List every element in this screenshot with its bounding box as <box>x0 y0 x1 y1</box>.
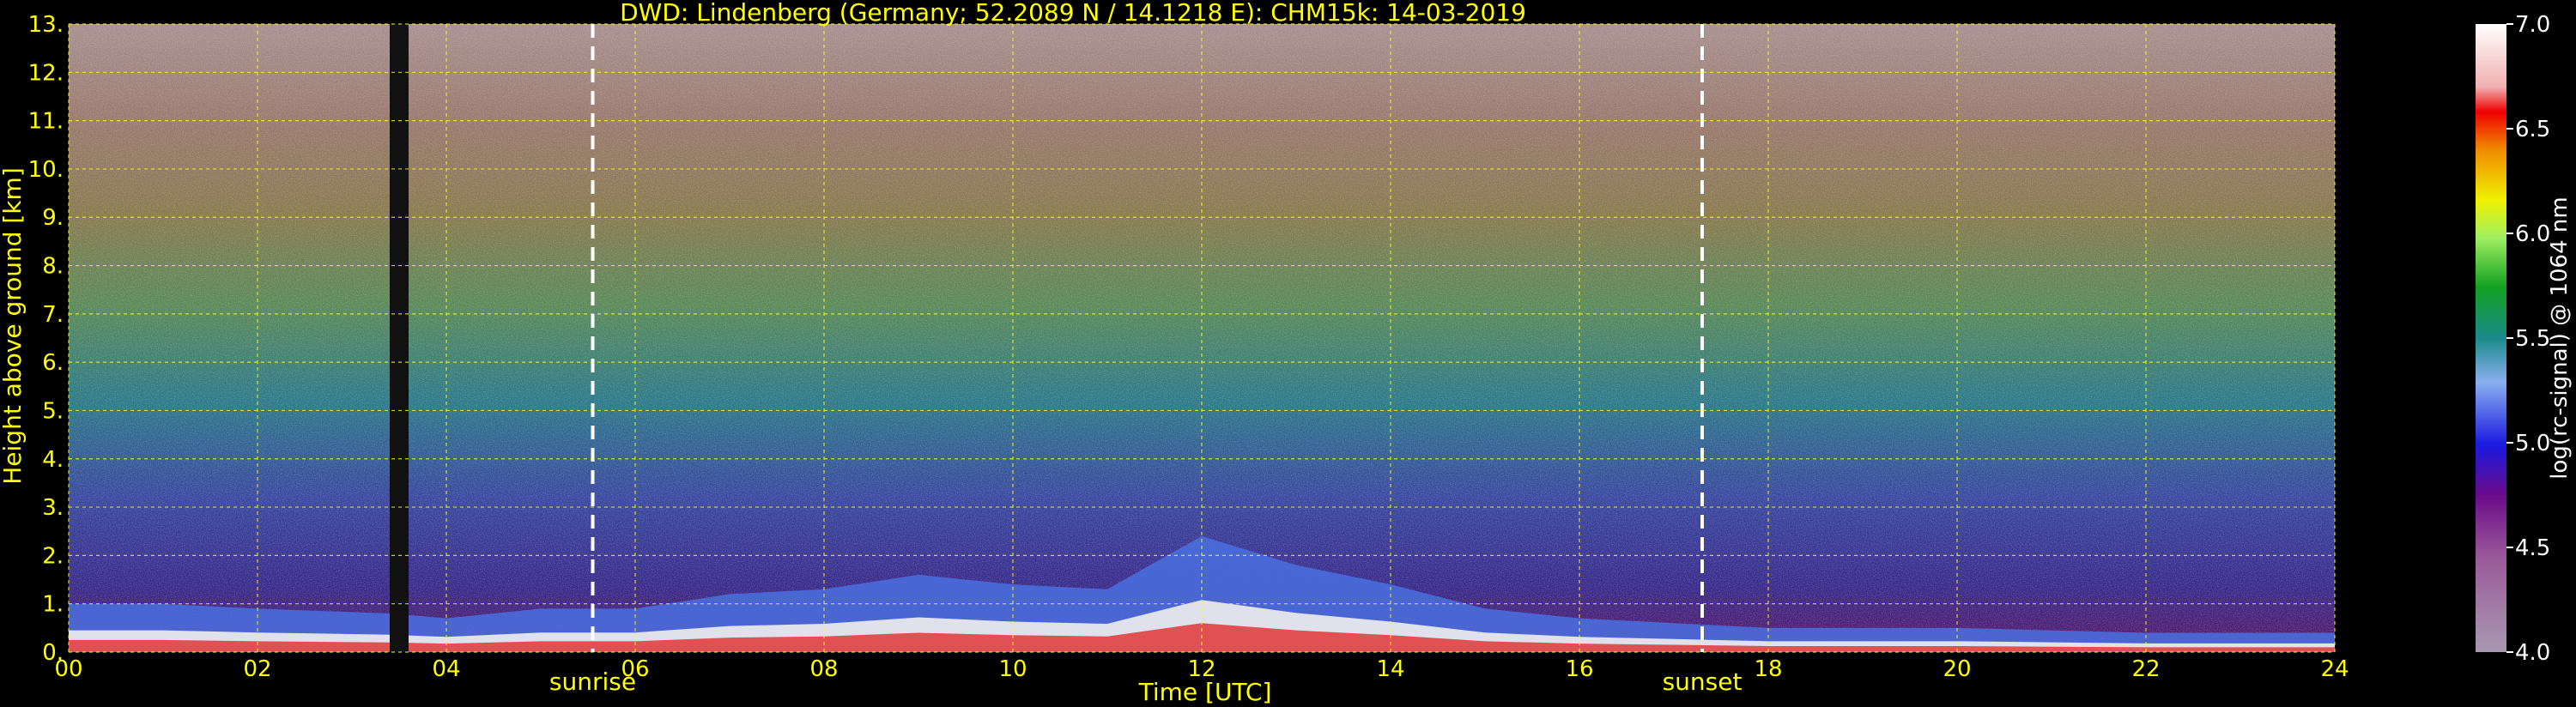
colorbar-ticks: 4.0 4.5 5.0 5.5 6.0 6.5 7.0 <box>2506 12 2550 666</box>
x-tick-label: 14 <box>1376 656 1404 682</box>
colorbar-tick-label: 5.5 <box>2515 326 2550 352</box>
colorbar: 4.0 4.5 5.0 5.5 6.0 6.5 7.0 log(rc-signal) @ 1… <box>2476 12 2573 666</box>
x-ticks: 00 02 04 06 08 10 12 14 16 18 20 22 24 <box>54 656 2349 682</box>
x-tick-label: 18 <box>1754 656 1782 682</box>
x-tick-label: 04 <box>432 656 460 682</box>
chart-title: DWD: Lindenberg (Germany; 52.2089 N / 14… <box>620 0 1526 27</box>
y-axis-label: Height above ground [km] <box>0 167 27 485</box>
y-tick-label: 2. <box>42 543 64 569</box>
y-tick-label: 10. <box>28 157 64 183</box>
x-tick-label: 20 <box>1943 656 1971 682</box>
y-tick-label: 7. <box>42 302 64 328</box>
colorbar-tick-label: 4.5 <box>2515 535 2550 561</box>
y-tick-label: 3. <box>42 495 64 521</box>
y-tick-label: 9. <box>42 205 64 231</box>
x-tick-label: 22 <box>2131 656 2160 682</box>
y-tick-label: 0. <box>42 640 64 666</box>
colorbar-tick-label: 6.5 <box>2515 117 2550 142</box>
colorbar-tick-label: 7.0 <box>2515 12 2550 38</box>
y-tick-label: 11. <box>28 109 64 135</box>
colorbar-tick-label: 5.0 <box>2515 431 2550 456</box>
y-tick-label: 13. <box>28 12 64 38</box>
y-tick-label: 1. <box>42 592 64 618</box>
colorbar-tick-label: 4.0 <box>2515 640 2550 666</box>
ceilometer-chart: DWD: Lindenberg (Germany; 52.2089 N / 14… <box>0 0 2573 706</box>
y-ticks: 0. 1. 2. 3. 4. 5. 6. 7. 8. 9. 10. 11. 12. 13. <box>28 12 64 666</box>
x-tick-label: 10 <box>998 656 1027 682</box>
x-tick-label: 16 <box>1565 656 1593 682</box>
y-tick-label: 4. <box>42 447 64 473</box>
x-tick-label: 24 <box>2320 656 2349 682</box>
y-tick-label: 5. <box>42 398 64 424</box>
colorbar-tick-label: 6.0 <box>2515 221 2550 247</box>
colorbar-label: log(rc-signal) @ 1064 nm <box>2547 196 2573 479</box>
x-tick-label: 02 <box>243 656 271 682</box>
plot-area <box>68 23 2336 653</box>
x-tick-label: 08 <box>809 656 838 682</box>
colorbar-gradient <box>2476 24 2506 652</box>
x-tick-label: 06 <box>621 656 649 682</box>
data-gap <box>390 24 409 652</box>
y-tick-label: 12. <box>28 60 64 86</box>
y-tick-label: 6. <box>42 350 64 376</box>
x-tick-label: 12 <box>1187 656 1215 682</box>
sunset-label: sunset <box>1663 668 1743 696</box>
y-tick-label: 8. <box>42 254 64 280</box>
